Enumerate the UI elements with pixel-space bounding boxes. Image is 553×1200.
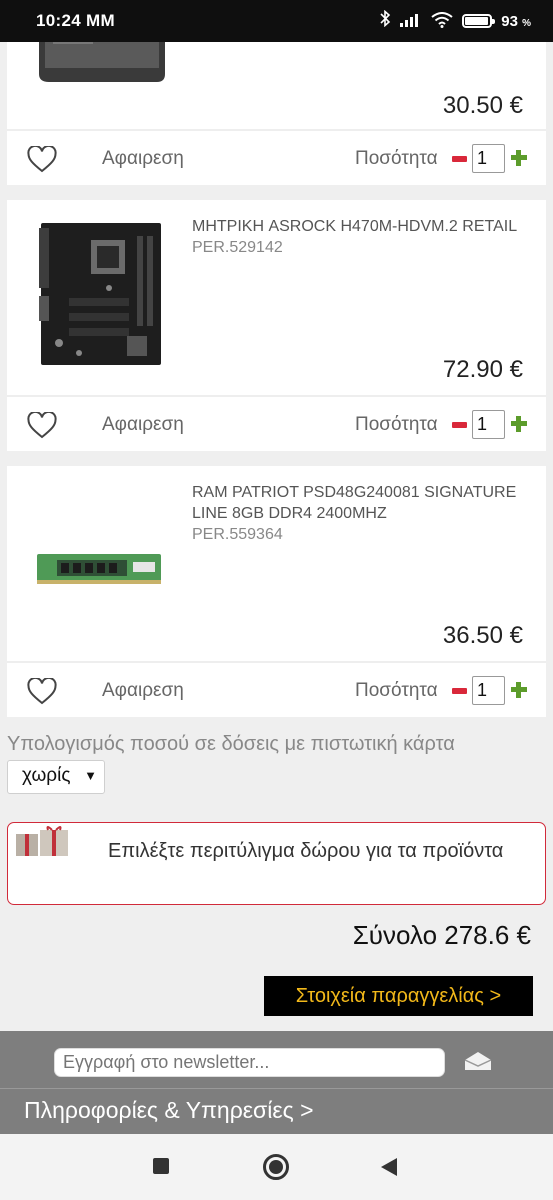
plus-icon[interactable]: [510, 149, 528, 167]
cart-item: ΜΗΤΡΙΚΗ ASROCK H470M-HDVM.2 RETAIL PER.5…: [7, 200, 546, 451]
order-total: Σύνολο 278.6 €: [352, 920, 531, 950]
minus-icon[interactable]: [452, 156, 467, 162]
back-icon[interactable]: [381, 1158, 397, 1176]
remove-button[interactable]: Αφαιρεση: [102, 680, 184, 702]
product-price: 30.50 €: [442, 92, 523, 119]
home-icon[interactable]: [263, 1154, 289, 1180]
quantity-input[interactable]: [472, 676, 505, 705]
product-name[interactable]: ΜΗΤΡΙΚΗ ASROCK H470M-HDVM.2 RETAIL: [192, 216, 542, 237]
product-info: RAM PATRIOT PSD48G240081 SIGNATURE LINE …: [192, 482, 542, 545]
quantity-input[interactable]: [472, 410, 505, 439]
gift-wrap-label: Επιλέξτε περιτύλιγμα δώρου για τα προϊόν…: [108, 840, 504, 862]
cart-item-actions: Αφαιρεση Ποσότητα: [7, 395, 546, 451]
minus-icon[interactable]: [452, 688, 467, 694]
quantity-input[interactable]: [472, 144, 505, 173]
recent-apps-icon[interactable]: [153, 1158, 169, 1174]
cart-item: 30.50 € Αφαιρεση Ποσότητα: [7, 32, 546, 185]
newsletter-input[interactable]: [54, 1048, 445, 1077]
product-info: ΜΗΤΡΙΚΗ ASROCK H470M-HDVM.2 RETAIL PER.5…: [192, 216, 542, 258]
status-icons: 93 %: [379, 9, 531, 32]
battery-percent: 93 %: [501, 12, 531, 30]
cart-item-actions: Αφαιρεση Ποσότητα: [7, 129, 546, 185]
product-code: PER.559364: [192, 526, 283, 543]
cart-item: RAM PATRIOT PSD48G240081 SIGNATURE LINE …: [7, 466, 546, 717]
product-name[interactable]: RAM PATRIOT PSD48G240081 SIGNATURE LINE …: [192, 482, 542, 524]
product-image: [39, 223, 161, 365]
remove-button[interactable]: Αφαιρεση: [102, 148, 184, 170]
gift-icon: [16, 826, 68, 856]
installments-select[interactable]: χωρίς ▼: [7, 760, 105, 794]
dropdown-arrow-icon: ▼: [84, 768, 97, 783]
bluetooth-icon: [379, 9, 391, 32]
info-services-link[interactable]: Πληροφορίες & Υπηρεσίες >: [24, 1097, 314, 1124]
send-icon[interactable]: [463, 1050, 493, 1072]
product-price: 72.90 €: [442, 356, 523, 383]
quantity-label: Ποσότητα: [355, 148, 438, 169]
battery-icon: [462, 14, 496, 28]
system-nav-bar: [0, 1134, 553, 1200]
signal-icon: [400, 12, 422, 30]
gift-wrap-option[interactable]: Επιλέξτε περιτύλιγμα δώρου για τα προϊόν…: [7, 822, 546, 905]
installments-label: Υπολογισμός ποσού σε δόσεις με πιστωτική…: [7, 733, 455, 755]
quantity-label: Ποσότητα: [355, 414, 438, 435]
heart-icon[interactable]: [27, 412, 57, 439]
status-bar: 10:24 MM 93 %: [0, 0, 553, 42]
status-time: 10:24 MM: [36, 11, 115, 30]
wifi-icon: [431, 11, 453, 31]
product-price: 36.50 €: [442, 622, 523, 649]
checkout-button[interactable]: Στοιχεία παραγγελίας >: [264, 976, 533, 1016]
installments-selected-value: χωρίς: [22, 765, 71, 786]
minus-icon[interactable]: [452, 422, 467, 428]
footer: Πληροφορίες & Υπηρεσίες >: [0, 1031, 553, 1134]
plus-icon[interactable]: [510, 681, 528, 699]
cart-item-actions: Αφαιρεση Ποσότητα: [7, 661, 546, 717]
product-code: PER.529142: [192, 239, 283, 256]
heart-icon[interactable]: [27, 146, 57, 173]
quantity-label: Ποσότητα: [355, 680, 438, 701]
remove-button[interactable]: Αφαιρεση: [102, 414, 184, 436]
plus-icon[interactable]: [510, 415, 528, 433]
heart-icon[interactable]: [27, 678, 57, 705]
product-image: [37, 554, 161, 584]
footer-divider: [0, 1088, 553, 1089]
